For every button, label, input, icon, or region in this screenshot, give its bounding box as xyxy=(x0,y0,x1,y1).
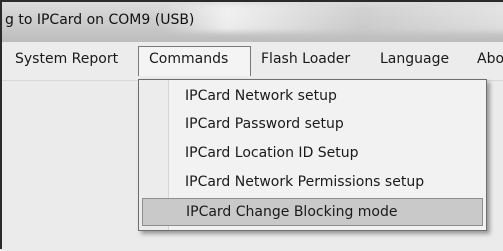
app-window: g to IPCard on COM9 (USB) System Report … xyxy=(0,0,503,251)
menu-language[interactable]: Language xyxy=(380,51,449,67)
menu-flash-loader[interactable]: Flash Loader xyxy=(261,51,350,67)
menu-item-network-setup[interactable]: IPCard Network setup xyxy=(139,83,486,111)
menu-item-change-blocking-mode[interactable]: IPCard Change Blocking mode xyxy=(142,198,483,226)
menu-item-network-permissions-setup[interactable]: IPCard Network Permissions setup xyxy=(139,169,486,197)
menu-about[interactable]: Abo xyxy=(477,51,503,67)
window-title: g to IPCard on COM9 (USB) xyxy=(5,12,195,28)
title-bar: g to IPCard on COM9 (USB) xyxy=(2,2,503,42)
menu-system-report[interactable]: System Report xyxy=(15,51,118,67)
menu-bar: System Report Commands Flash Loader Lang… xyxy=(2,42,503,81)
menu-item-location-id-setup[interactable]: IPCard Location ID Setup xyxy=(139,140,486,168)
menu-item-password-setup[interactable]: IPCard Password setup xyxy=(139,111,486,139)
title-bar-blur xyxy=(162,4,503,32)
menu-commands[interactable]: Commands xyxy=(138,46,251,76)
commands-dropdown: IPCard Network setup IPCard Password set… xyxy=(138,79,487,231)
